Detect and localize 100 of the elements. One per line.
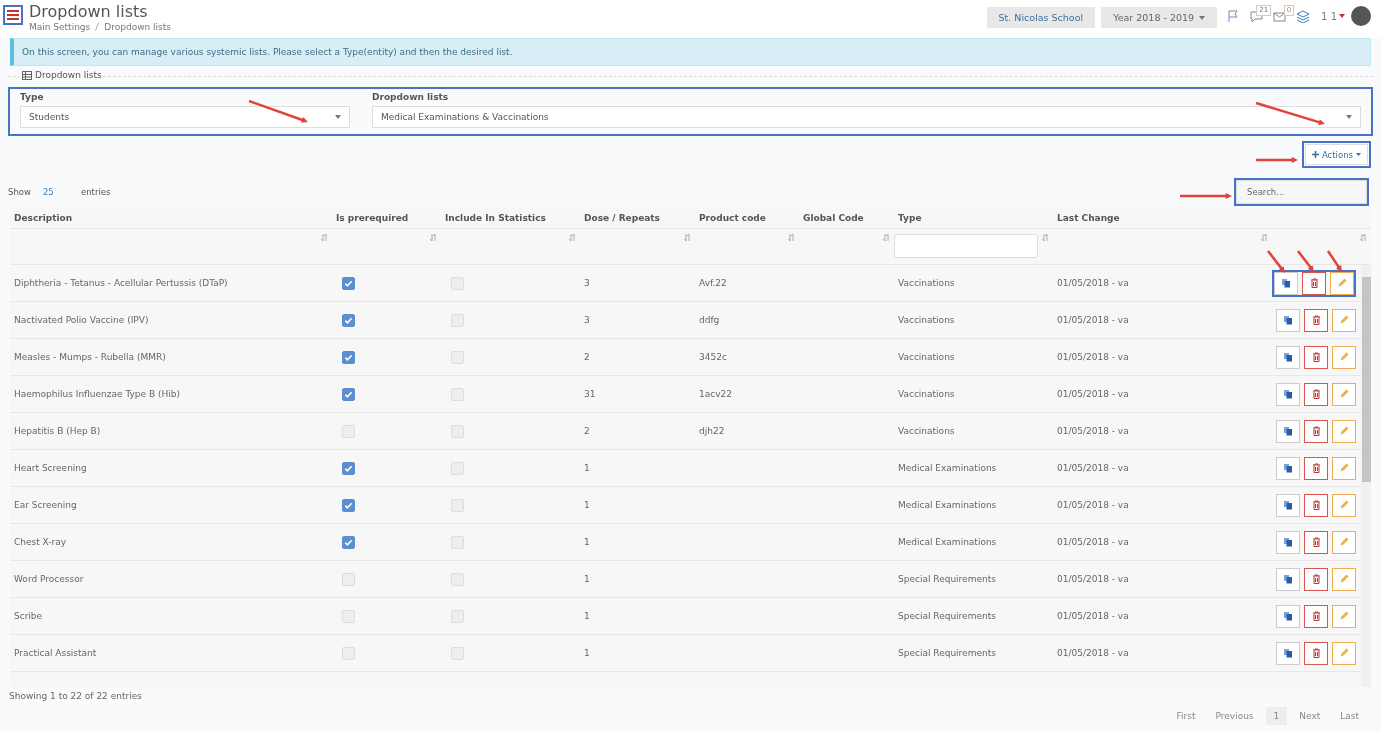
prerequired-checkbox[interactable] — [342, 350, 355, 364]
table-cell-text: Medical Examinations — [897, 537, 998, 547]
table-cell-text: Medical Examinations — [897, 500, 998, 510]
flag-icon[interactable] — [1227, 9, 1241, 23]
sort-icon[interactable] — [684, 234, 691, 241]
annotation-arrow — [1255, 101, 1325, 126]
page-length-select[interactable]: 25 — [42, 187, 69, 197]
statistics-checkbox[interactable] — [451, 498, 464, 512]
table-cell-text: Nactivated Polio Vaccine (IPV) — [13, 315, 150, 325]
table-cell-text: 1 — [583, 537, 591, 547]
delete-button[interactable] — [1304, 604, 1328, 628]
copy-button[interactable] — [1276, 456, 1300, 480]
statistics-checkbox[interactable] — [451, 276, 464, 290]
year-dropdown[interactable]: Year 2018 - 2019 — [1101, 7, 1218, 28]
statistics-checkbox[interactable] — [451, 461, 464, 475]
table-cell-text: Medical Examinations — [897, 463, 998, 473]
pagination-button[interactable]: Previous — [1207, 707, 1262, 725]
copy-button[interactable] — [1276, 419, 1300, 443]
statistics-checkbox[interactable] — [451, 572, 464, 586]
trash-icon — [1309, 278, 1319, 288]
prerequired-checkbox[interactable] — [342, 387, 355, 401]
copy-button[interactable] — [1276, 308, 1300, 332]
sort-icon[interactable] — [1042, 234, 1049, 241]
column-header[interactable]: Is prerequired — [332, 213, 441, 223]
statistics-checkbox[interactable] — [451, 313, 464, 327]
type-select[interactable]: Students — [20, 106, 350, 128]
school-button[interactable]: St. Nicolas School — [986, 7, 1096, 28]
sort-icon[interactable] — [569, 234, 576, 241]
column-header[interactable]: Type — [894, 213, 1053, 223]
copy-button[interactable] — [1276, 530, 1300, 554]
table-cell-text: 1 — [583, 648, 591, 658]
delete-button[interactable] — [1304, 567, 1328, 591]
table-cell-text: 01/05/2018 - va — [1056, 463, 1130, 473]
list-select[interactable]: Medical Examinations & Vaccinations — [372, 106, 1361, 128]
copy-button[interactable] — [1276, 567, 1300, 591]
sort-icon[interactable] — [883, 234, 890, 241]
column-header[interactable]: Last Change — [1053, 213, 1272, 223]
search-field[interactable]: Search... — [1236, 180, 1367, 204]
sort-icon[interactable] — [321, 234, 328, 241]
breadcrumb-link[interactable]: Dropdown lists — [104, 22, 171, 32]
pagination-button[interactable]: 1 — [1265, 707, 1288, 725]
prerequired-checkbox[interactable] — [342, 461, 355, 475]
table-cell-text: 01/05/2018 - va — [1056, 537, 1130, 547]
user-menu[interactable]: 1 1 — [1321, 10, 1337, 22]
column-header[interactable]: Dose / Repeats — [580, 213, 695, 223]
statistics-checkbox[interactable] — [451, 350, 464, 364]
delete-button[interactable] — [1304, 419, 1328, 443]
column-header[interactable]: Global Code — [799, 213, 894, 223]
copy-button[interactable] — [1276, 345, 1300, 369]
table-cell-text: 01/05/2018 - va — [1056, 574, 1130, 584]
copy-icon — [1283, 611, 1293, 621]
delete-button[interactable] — [1304, 641, 1328, 665]
breadcrumb-link[interactable]: Main Settings — [29, 22, 91, 32]
prerequired-checkbox[interactable] — [342, 313, 355, 327]
plus-icon — [1311, 151, 1319, 158]
table-cell-text: ddfg — [698, 315, 721, 325]
copy-button[interactable] — [1276, 641, 1300, 665]
sort-icon[interactable] — [1360, 234, 1367, 241]
table-cell-text: Diphtheria - Tetanus - Acellular Pertussis (DTaP) — [13, 278, 229, 288]
section-legend: Dropdown lists — [35, 70, 102, 80]
delete-button[interactable] — [1304, 493, 1328, 517]
prerequired-checkbox[interactable] — [342, 498, 355, 512]
scrollbar[interactable] — [1361, 265, 1371, 687]
statistics-checkbox[interactable] — [451, 387, 464, 401]
pagination-button[interactable]: First — [1168, 707, 1204, 725]
delete-button[interactable] — [1304, 308, 1328, 332]
pagination-button[interactable]: Last — [1332, 707, 1367, 725]
statistics-checkbox[interactable] — [451, 424, 464, 438]
column-header[interactable]: Product code — [695, 213, 799, 223]
sort-icon[interactable] — [788, 234, 795, 241]
prerequired-checkbox[interactable] — [342, 276, 355, 290]
column-header[interactable]: Include In Statistics — [441, 213, 580, 223]
type-filter-field[interactable] — [894, 234, 1038, 258]
user-avatar[interactable] — [1351, 6, 1371, 26]
column-header[interactable]: Description — [10, 213, 332, 223]
actions-button[interactable]: Actions — [1304, 144, 1368, 165]
layers-icon[interactable] — [1296, 9, 1312, 23]
page-title: Dropdown lists — [29, 2, 149, 22]
edit-button[interactable] — [1330, 271, 1354, 295]
delete-button[interactable] — [1304, 456, 1328, 480]
pagination-button[interactable]: Next — [1291, 707, 1329, 725]
statistics-checkbox[interactable] — [451, 646, 464, 660]
copy-button[interactable] — [1276, 493, 1300, 517]
table-icon — [22, 70, 32, 80]
table-cell-text: 1 — [583, 611, 591, 621]
delete-button[interactable] — [1304, 345, 1328, 369]
delete-button[interactable] — [1304, 530, 1328, 554]
sort-icon[interactable] — [430, 234, 437, 241]
prerequired-checkbox[interactable] — [342, 535, 355, 549]
delete-button[interactable] — [1302, 271, 1326, 295]
statistics-checkbox[interactable] — [451, 535, 464, 549]
statistics-checkbox[interactable] — [451, 609, 464, 623]
copy-button[interactable] — [1276, 382, 1300, 406]
copy-button[interactable] — [1274, 271, 1298, 295]
envelope-icon[interactable] — [1273, 9, 1287, 23]
copy-button[interactable] — [1276, 604, 1300, 628]
table-cell-text: 1acv22 — [698, 389, 733, 399]
delete-button[interactable] — [1304, 382, 1328, 406]
table-cell-text: Special Requirements — [897, 574, 997, 584]
sort-icon[interactable] — [1261, 234, 1268, 241]
